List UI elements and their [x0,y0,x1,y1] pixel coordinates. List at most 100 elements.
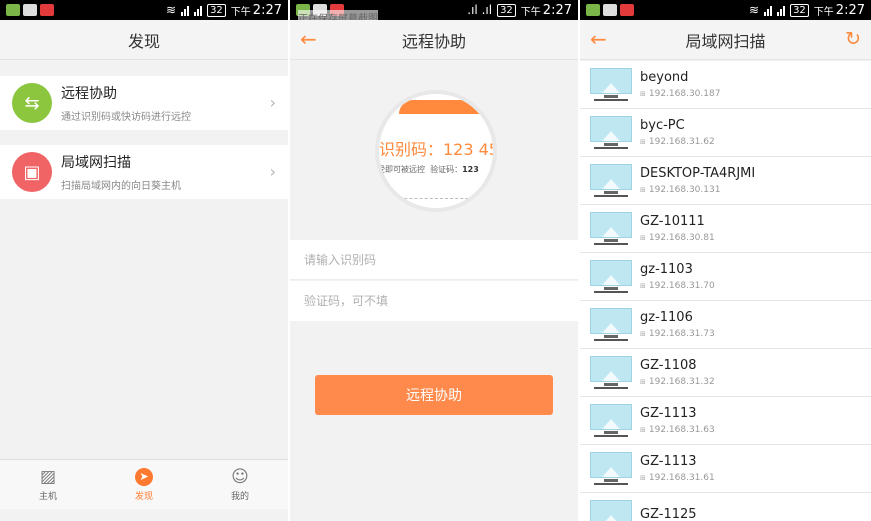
list-item[interactable]: beyond ⊞ 192.168.30.187 [580,61,871,109]
magnifier-hint: 受即可被远控 验证码：123 [377,164,479,175]
id-code-input[interactable] [304,252,554,267]
status-time: 2:27 [542,2,572,18]
host-name: DESKTOP-TA4RJMI [640,166,756,181]
remote-assist-button[interactable]: 远程协助 [315,375,553,415]
list-item[interactable]: DESKTOP-TA4RJMI ⊞ 192.168.30.131 [580,157,871,205]
list-item[interactable]: GZ-1125 [580,493,871,521]
host-ip: 192.168.30.81 [648,233,715,243]
list-item[interactable]: GZ-1113 ⊞ 192.168.31.61 [580,445,871,493]
person-icon: ☺ [231,466,249,487]
gallery-icon [603,4,617,16]
windows-icon: ⊞ [640,90,646,98]
tab-label: 主机 [38,491,57,502]
status-ampm: 下午 [230,6,251,18]
windows-icon: ⊞ [640,330,646,338]
list-item[interactable]: byc-PC ⊞ 192.168.31.62 [580,109,871,157]
wechat-icon [586,4,600,16]
lan-scan-icon: ▣ [12,152,52,192]
host-ip: 192.168.31.73 [648,329,715,339]
battery-icon: 32 [497,3,516,17]
windows-icon: ⊞ [640,426,646,434]
magnifier-verify-value: 123 [462,165,479,174]
host-ip: 192.168.31.61 [648,473,715,483]
compass-icon: ➤ [135,467,153,486]
computer-icon [590,211,632,246]
back-arrow-icon[interactable]: ← [300,29,317,49]
magnifier-verify-label: 验证码： [430,165,463,174]
header: ← 局域网扫描 ↻ [580,20,871,60]
feature-title: 局域网扫描 [61,155,131,171]
host-name: GZ-1108 [640,358,697,373]
host-ip: 192.168.31.70 [648,281,715,291]
signal-icon: .ıl .ıl [467,3,493,17]
list-item[interactable]: gz-1106 ⊞ 192.168.31.73 [580,301,871,349]
battery-icon: 32 [790,3,809,17]
wifi-icon: ≋ [749,3,760,17]
windows-icon: ⊞ [640,474,646,482]
page-title: 局域网扫描 [685,31,766,51]
computer-icon [590,307,632,342]
signal-icon [181,4,190,16]
host-ip: 192.168.31.32 [648,377,715,387]
refresh-icon[interactable]: ↻ [845,28,861,50]
battery-icon: 32 [207,3,226,17]
windows-icon: ⊞ [640,234,646,242]
list-item[interactable]: GZ-1113 ⊞ 192.168.31.63 [580,397,871,445]
host-ip: 192.168.30.131 [648,185,721,195]
tab-discover[interactable]: ➤ 发现 [96,460,192,509]
list-item[interactable]: GZ-10111 ⊞ 192.168.30.81 [580,205,871,253]
magnifier-illustration: 识别码：123 45 受即可被远控 验证码：123 [375,90,497,212]
computer-icon [590,499,632,521]
tab-mine[interactable]: ☺ 我的 [192,460,288,509]
host-ip: 192.168.31.63 [648,425,715,435]
header: 发现 [0,20,288,60]
signal-icon [194,4,203,16]
bottom-tab-bar: ▨ 主机 ➤ 发现 ☺ 我的 [0,459,288,509]
tab-hosts[interactable]: ▨ 主机 [0,460,96,509]
signal-icon [777,4,786,16]
list-item[interactable]: gz-1103 ⊞ 192.168.31.70 [580,253,871,301]
lan-scan-screen: ≋ 32 下午 2:27 ← 局域网扫描 ↻ beyond ⊞ 192.168.30… [580,0,871,521]
host-ip: 192.168.31.62 [648,137,715,147]
header: ← 远程协助 [290,20,578,60]
image-icon: ▨ [39,466,57,487]
verify-code-input[interactable] [304,294,554,308]
computer-icon [590,451,632,486]
host-ip: 192.168.30.187 [648,89,721,99]
wifi-icon: ≋ [166,3,177,17]
mail-icon [620,4,634,16]
tab-label: 我的 [230,491,249,502]
status-time: 2:27 [252,2,282,18]
magnifier-band [399,100,493,114]
computer-icon [590,403,632,438]
chevron-right-icon: › [269,93,276,112]
magnifier-hint-text: 受即可被远控 [377,165,425,174]
computer-icon [590,163,632,198]
feature-title: 远程协助 [61,86,117,102]
status-bar: ≋ 32 下午 2:27 [580,0,871,20]
computer-icon [590,115,632,150]
mail-icon [40,4,54,16]
host-name: byc-PC [640,118,685,133]
windows-icon: ⊞ [640,378,646,386]
status-ampm: 下午 [813,6,834,18]
id-code-field [290,240,578,280]
chevron-right-icon: › [269,162,276,181]
back-arrow-icon[interactable]: ← [590,29,607,49]
feature-subtitle: 扫描局域网内的向日葵主机 [61,181,181,192]
feature-subtitle: 通过识别码或快访码进行远控 [61,112,191,123]
feature-remote-assist[interactable]: ⇆ 远程协助 通过识别码或快访码进行远控 › [0,76,288,130]
status-time: 2:27 [835,2,865,18]
status-bar: ≋ 32 下午 2:27 [0,0,288,20]
windows-icon: ⊞ [640,138,646,146]
list-item[interactable]: GZ-1108 ⊞ 192.168.31.32 [580,349,871,397]
verify-code-field [290,281,578,321]
discover-screen: ≋ 32 下午 2:27 发现 ⇆ 远程协助 通过识别码或快访码进行远控 › ▣… [0,0,288,521]
computer-icon [590,67,632,102]
page-title: 发现 [127,31,160,51]
remote-assist-screen: .ıl .ıl 32 下午 2:27 正在保存屏幕截图 ← 远程协助 识别码：1… [290,0,578,521]
magnifier-id-code: 识别码：123 45 [379,140,497,159]
feature-lan-scan[interactable]: ▣ 局域网扫描 扫描局域网内的向日葵主机 › [0,145,288,199]
windows-icon: ⊞ [640,186,646,194]
host-name: GZ-1113 [640,454,697,469]
